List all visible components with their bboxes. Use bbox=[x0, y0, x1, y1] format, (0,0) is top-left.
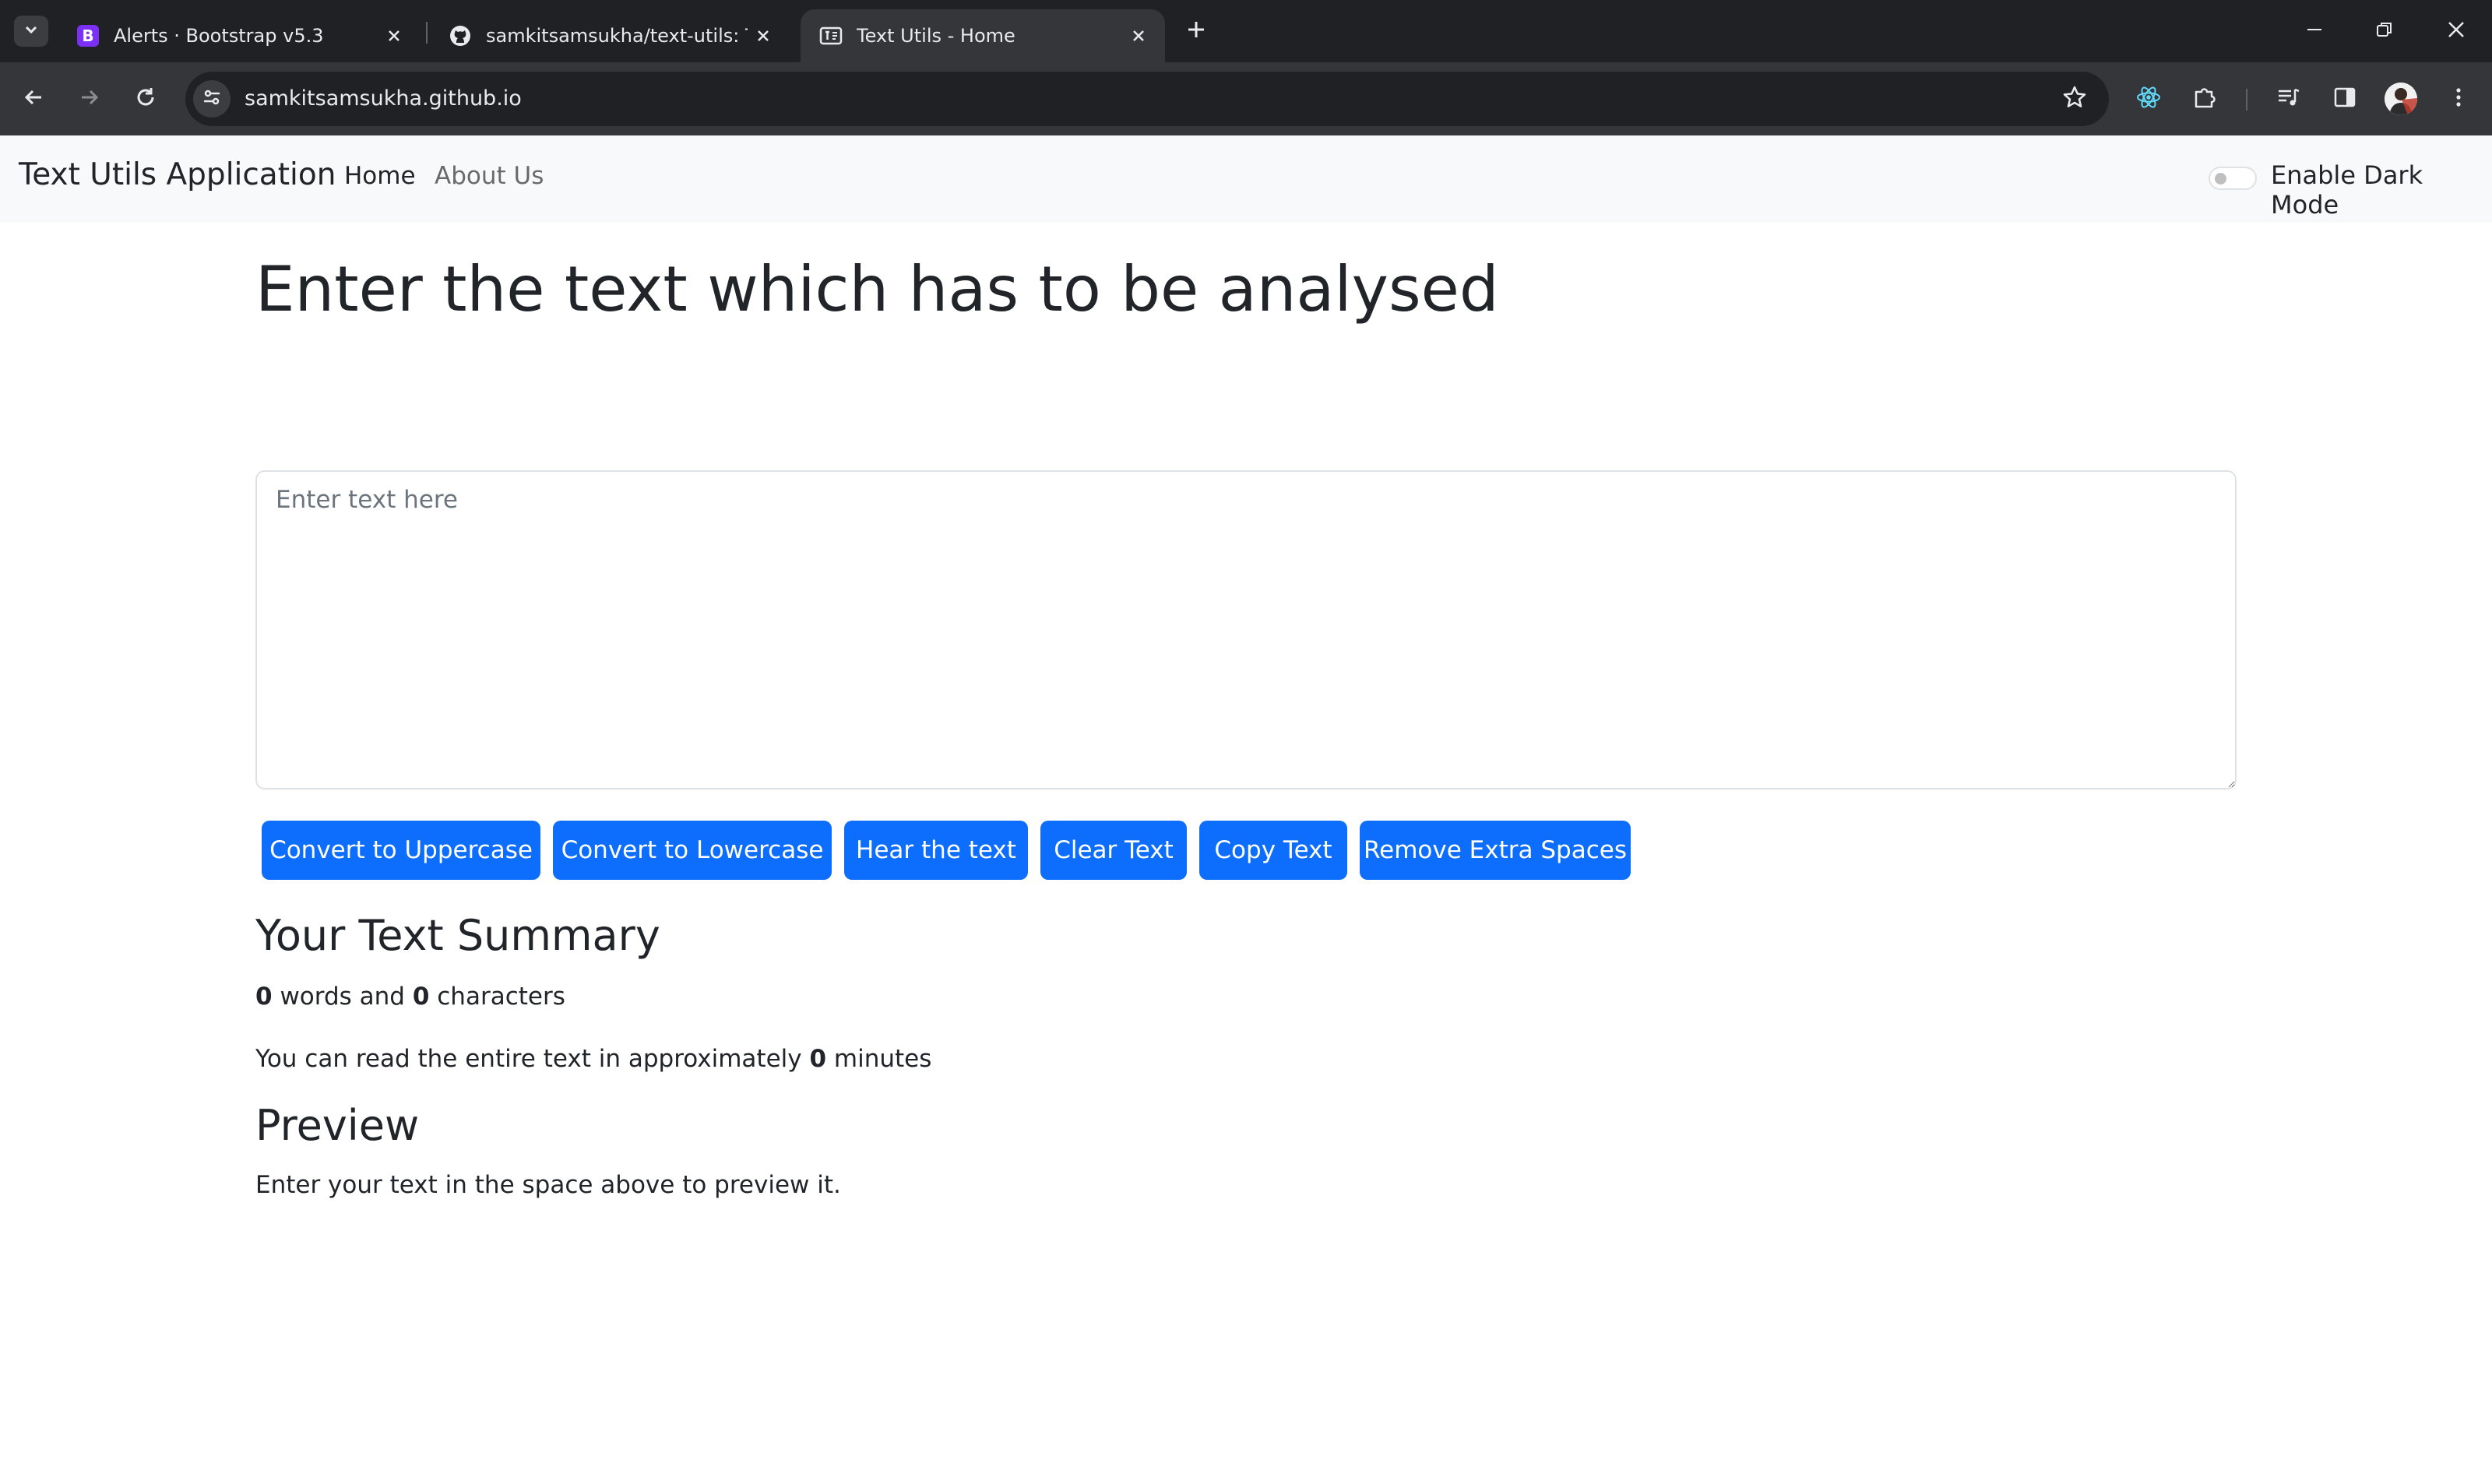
restore-icon bbox=[2375, 20, 2394, 42]
tab-github-repo[interactable]: samkitsamsukha/text-utils: Tutorial bbox=[430, 9, 790, 62]
tab-bootstrap-alerts[interactable]: B Alerts · Bootstrap v5.3 bbox=[58, 9, 421, 62]
read-minutes: 0 bbox=[809, 1045, 827, 1073]
read-prefix: You can read the entire text in approxim… bbox=[255, 1045, 802, 1073]
navbar-brand[interactable]: Text Utils Application bbox=[19, 157, 336, 192]
convert-lowercase-button[interactable]: Convert to Lowercase bbox=[553, 821, 832, 880]
bookmark-button[interactable] bbox=[2059, 83, 2090, 114]
navbar: Text Utils Application Home About Us Ena… bbox=[0, 135, 2492, 223]
url-text: samkitsamsukha.github.io bbox=[245, 86, 522, 111]
word-count: 0 bbox=[255, 983, 273, 1011]
star-icon bbox=[2062, 85, 2087, 113]
close-icon[interactable] bbox=[1123, 20, 1154, 51]
new-tab-button[interactable] bbox=[1181, 16, 1212, 47]
tab-title: samkitsamsukha/text-utils: Tutorial bbox=[486, 25, 748, 47]
minimize-icon bbox=[2305, 20, 2324, 42]
back-button[interactable] bbox=[16, 81, 51, 117]
copy-text-button[interactable]: Copy Text bbox=[1199, 821, 1347, 880]
nav-link-about-us[interactable]: About Us bbox=[435, 162, 544, 190]
read-suffix: minutes bbox=[833, 1045, 932, 1073]
web-page: Text Utils Application Home About Us Ena… bbox=[0, 135, 2492, 1484]
word-char-count: 0 words and 0 characters bbox=[255, 983, 565, 1011]
reload-icon bbox=[134, 86, 157, 112]
hear-text-button[interactable]: Hear the text bbox=[844, 821, 1028, 880]
remove-extra-spaces-button[interactable]: Remove Extra Spaces bbox=[1360, 821, 1631, 880]
chevron-down-icon bbox=[23, 21, 40, 41]
chrome-menu-button[interactable] bbox=[2441, 81, 2476, 117]
textutils-page-icon bbox=[819, 24, 843, 47]
bootstrap-icon: B bbox=[76, 24, 100, 47]
nav-link-home[interactable]: Home bbox=[344, 162, 416, 190]
summary-heading: Your Text Summary bbox=[255, 911, 660, 960]
chars-label: characters bbox=[437, 983, 565, 1011]
browser-toolbar: samkitsamsukha.github.io bbox=[0, 62, 2492, 135]
close-icon[interactable] bbox=[748, 20, 779, 51]
puzzle-icon bbox=[2191, 84, 2218, 114]
browser-tab-bar: B Alerts · Bootstrap v5.3 samkitsamsukha… bbox=[0, 0, 2492, 62]
restore-button[interactable] bbox=[2369, 16, 2400, 47]
tab-title: Alerts · Bootstrap v5.3 bbox=[114, 25, 324, 47]
words-label: words and bbox=[280, 983, 405, 1011]
tab-title: Text Utils - Home bbox=[857, 25, 1015, 47]
media-controls-button[interactable] bbox=[2271, 81, 2307, 117]
address-bar[interactable]: samkitsamsukha.github.io bbox=[185, 72, 2109, 126]
dark-mode-label[interactable]: Enable Dark Mode bbox=[2271, 160, 2492, 220]
profile-avatar[interactable] bbox=[2385, 83, 2417, 115]
tab-text-utils-home[interactable]: Text Utils - Home bbox=[801, 9, 1165, 62]
side-panel-button[interactable] bbox=[2327, 81, 2363, 117]
github-icon bbox=[449, 24, 472, 47]
tab-search-button[interactable] bbox=[14, 16, 48, 47]
dark-mode-switch[interactable] bbox=[2209, 167, 2257, 190]
arrow-left-icon bbox=[22, 86, 45, 112]
svg-text:B: B bbox=[82, 26, 93, 45]
clear-text-button[interactable]: Clear Text bbox=[1040, 821, 1187, 880]
reading-time: You can read the entire text in approxim… bbox=[255, 1045, 931, 1073]
reload-button[interactable] bbox=[128, 81, 164, 117]
toolbar-divider bbox=[2246, 89, 2247, 111]
preview-text: Enter your text in the space above to pr… bbox=[255, 1171, 841, 1199]
arrow-right-icon bbox=[78, 86, 101, 112]
site-settings-button[interactable] bbox=[193, 80, 231, 118]
convert-uppercase-button[interactable]: Convert to Uppercase bbox=[262, 821, 540, 880]
close-window-button[interactable] bbox=[2441, 16, 2472, 47]
char-count: 0 bbox=[412, 983, 430, 1011]
tab-separator bbox=[426, 22, 428, 44]
plus-icon bbox=[1186, 19, 1206, 43]
react-icon bbox=[2135, 84, 2162, 114]
close-icon[interactable] bbox=[378, 20, 410, 51]
tune-icon bbox=[201, 86, 223, 111]
more-vert-icon bbox=[2447, 86, 2470, 112]
extensions-button[interactable] bbox=[2187, 81, 2223, 117]
page-title: Enter the text which has to be analysed bbox=[255, 253, 1499, 325]
minimize-button[interactable] bbox=[2299, 16, 2330, 47]
preview-heading: Preview bbox=[255, 1101, 420, 1150]
text-input[interactable] bbox=[255, 470, 2237, 789]
side-panel-icon bbox=[2332, 85, 2357, 113]
react-devtools-extension[interactable] bbox=[2131, 81, 2166, 117]
forward-button[interactable] bbox=[72, 81, 107, 117]
close-icon bbox=[2447, 20, 2466, 42]
queue-music-icon bbox=[2276, 84, 2302, 114]
switch-knob bbox=[2215, 173, 2226, 185]
